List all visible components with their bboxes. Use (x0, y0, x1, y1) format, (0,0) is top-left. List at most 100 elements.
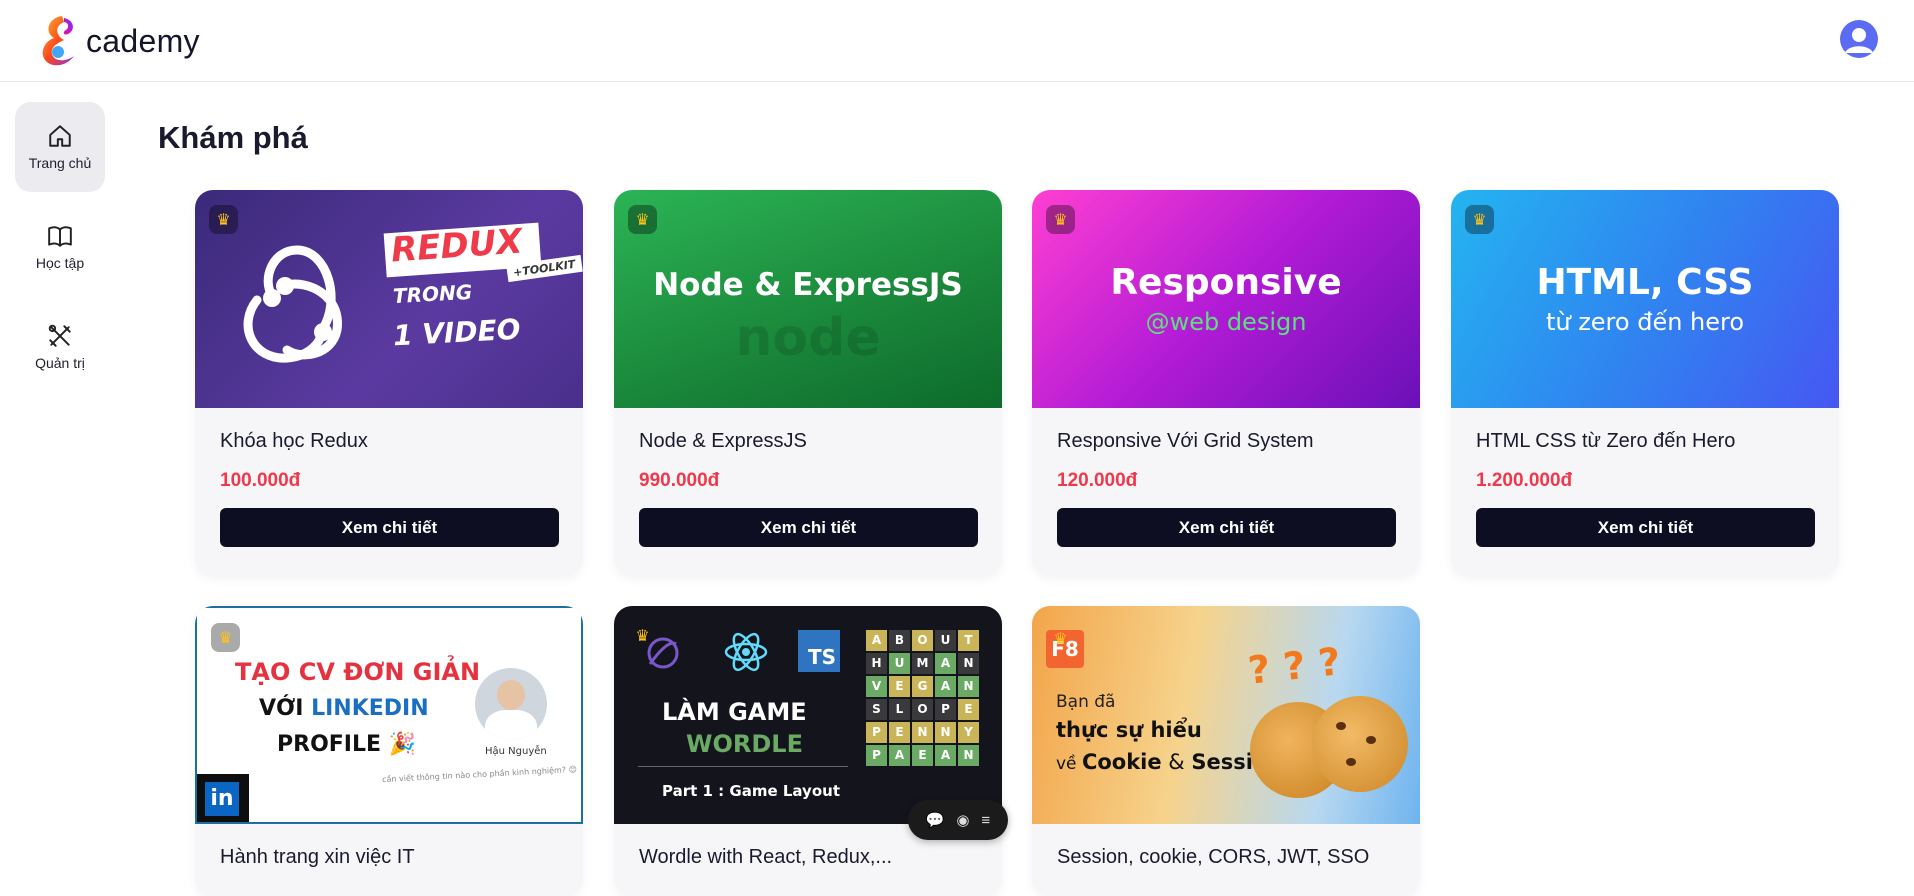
wordle-cell: E (889, 676, 910, 697)
presenter-photo (475, 668, 547, 740)
course-thumbnail[interactable]: ♛ TS LÀM GAME WORDLE Part 1 : Game Layou… (614, 606, 1002, 824)
thumb-subtitle: TRONG (392, 279, 473, 309)
view-details-button[interactable]: Xem chi tiết (639, 508, 978, 547)
sidebar-item-label: Học tập (35, 255, 85, 271)
wordle-cell: A (935, 653, 956, 674)
wordle-cell: P (866, 722, 887, 743)
course-title: HTML CSS từ Zero đến Hero (1476, 430, 1736, 452)
thumb-subtitle: từ zero đến hero (1545, 308, 1745, 336)
course-title: Node & ExpressJS (639, 430, 807, 452)
course-thumbnail[interactable]: ♛ HTML, CSS từ zero đến hero (1451, 190, 1839, 408)
thumb-title: TẠO CV ĐƠN GIẢN (235, 658, 481, 686)
wordle-cell: A (935, 676, 956, 697)
redux-logo-icon (243, 245, 342, 363)
crown-icon: ♛ (1053, 630, 1068, 648)
thumb-title: Bạn đã (1056, 692, 1116, 712)
course-card[interactable]: ♛ Node & ExpressJS node Node & ExpressJS… (614, 190, 1002, 576)
wordle-cell: V (866, 676, 887, 697)
wordle-cell: P (866, 745, 887, 766)
user-icon (1845, 28, 1873, 53)
course-title: Hành trang xin việc IT (220, 846, 415, 868)
wordle-cell: E (958, 699, 979, 720)
crown-icon: ♛ (628, 205, 657, 234)
brand-logo[interactable]: cademy (34, 12, 200, 70)
course-card[interactable]: F8 ♛ Bạn đã thực sự hiểu về Cookie & Ses… (1032, 606, 1420, 896)
wordle-cell: N (958, 745, 979, 766)
course-thumbnail[interactable]: ♛ Responsive @web design (1032, 190, 1420, 408)
wordle-cell: N (912, 722, 933, 743)
wordle-cell: L (889, 699, 910, 720)
wordle-cell: P (935, 699, 956, 720)
user-avatar[interactable] (1840, 20, 1878, 58)
course-card[interactable]: ♛ Responsive @web design Responsive Với … (1032, 190, 1420, 576)
floating-toolbar: 💬 ◉ ≡ (908, 800, 1008, 840)
thumb-subtitle-2: về Cookie & Session (1056, 750, 1283, 774)
wordle-cell: E (912, 745, 933, 766)
wordle-cell: O (912, 699, 933, 720)
wordle-cell: O (912, 630, 933, 651)
crown-icon: ♛ (635, 627, 650, 645)
wordle-cell: G (912, 676, 933, 697)
thumb-title: Responsive (1110, 262, 1342, 303)
thumb-subtitle-2: PROFILE 🎉 (277, 732, 417, 757)
sidebar-item-learning[interactable]: Học tập (15, 202, 105, 292)
crown-icon: ♛ (209, 205, 238, 234)
book-icon (48, 226, 72, 247)
course-title: Wordle with React, Redux,... (639, 846, 893, 868)
react-logo-icon (724, 632, 768, 672)
wordle-cell: N (958, 653, 979, 674)
chat-icon[interactable]: 💬 (926, 811, 945, 829)
wordle-cell: A (935, 745, 956, 766)
sidebar-item-admin[interactable]: Quản trị (15, 302, 105, 392)
course-price: 100.000đ (220, 470, 301, 491)
sidebar-item-label: Quản trị (35, 355, 85, 371)
thumb-subtitle: WORDLE (686, 730, 803, 758)
eye-icon[interactable]: ◉ (956, 811, 969, 829)
thumb-watermark: node (735, 308, 881, 368)
wordle-cell: A (866, 630, 887, 651)
cookie-icon (1312, 696, 1408, 792)
crown-icon: ♛ (1046, 205, 1075, 234)
course-thumbnail[interactable]: F8 ♛ Bạn đã thực sự hiểu về Cookie & Ses… (1032, 606, 1420, 824)
thumb-title: Node & ExpressJS (653, 267, 963, 303)
thumb-title: HTML, CSS (1536, 262, 1754, 303)
course-title: Responsive Với Grid System (1057, 430, 1314, 452)
course-card[interactable]: ♛ HTML, CSS từ zero đến hero HTML CSS từ… (1451, 190, 1839, 576)
wordle-cell: A (889, 745, 910, 766)
crown-icon: ♛ (1465, 205, 1494, 234)
sidebar-item-label: Trang chủ (28, 155, 92, 171)
sidebar-item-home[interactable]: Trang chủ (15, 102, 105, 192)
course-title: Session, cookie, CORS, JWT, SSO (1057, 846, 1370, 868)
logo-text: cademy (86, 22, 200, 59)
view-details-button[interactable]: Xem chi tiết (220, 508, 559, 547)
menu-icon[interactable]: ≡ (981, 812, 990, 829)
view-details-button[interactable]: Xem chi tiết (1057, 508, 1396, 547)
top-header: cademy (0, 0, 1914, 82)
course-price: 1.200.000đ (1476, 470, 1573, 491)
logo-mark-icon (42, 16, 74, 66)
thumb-subtitle: thực sự hiểu (1056, 718, 1202, 742)
course-thumbnail[interactable]: ♛ Node & ExpressJS node (614, 190, 1002, 408)
course-card[interactable]: ♛ TẠO CV ĐƠN GIẢN VỚI LINKEDIN PROFILE 🎉… (195, 606, 583, 896)
wordle-cell: U (935, 630, 956, 651)
linkedin-icon: in (205, 782, 239, 816)
typescript-icon: TS (798, 630, 840, 672)
wordle-cell: B (889, 630, 910, 651)
course-card[interactable]: ♛ TS LÀM GAME WORDLE Part 1 : Game Layou… (614, 606, 1002, 896)
course-thumbnail[interactable]: ♛ TẠO CV ĐƠN GIẢN VỚI LINKEDIN PROFILE 🎉… (195, 606, 583, 824)
course-price: 990.000đ (639, 470, 720, 491)
question-marks: ? ? ? (1245, 639, 1343, 693)
crown-icon: ♛ (211, 623, 240, 652)
sidebar: Trang chủ Học tập Quản trị (0, 82, 120, 876)
wordle-cell: H (866, 653, 887, 674)
thumb-subtitle: @web design (1145, 308, 1307, 336)
wordle-cell: N (958, 676, 979, 697)
course-price: 120.000đ (1057, 470, 1138, 491)
wordle-cell: S (866, 699, 887, 720)
presenter-name: Hậu Nguyễn (485, 746, 547, 757)
course-thumbnail[interactable]: ♛ REDUX +TOOLKIT TRONG 1 VIDEO (195, 190, 583, 408)
wordle-cell: Y (958, 722, 979, 743)
view-details-button[interactable]: Xem chi tiết (1476, 508, 1815, 547)
thumb-title: LÀM GAME (662, 698, 807, 726)
course-card[interactable]: ♛ REDUX +TOOLKIT TRONG 1 VIDEO Khóa học … (195, 190, 583, 576)
